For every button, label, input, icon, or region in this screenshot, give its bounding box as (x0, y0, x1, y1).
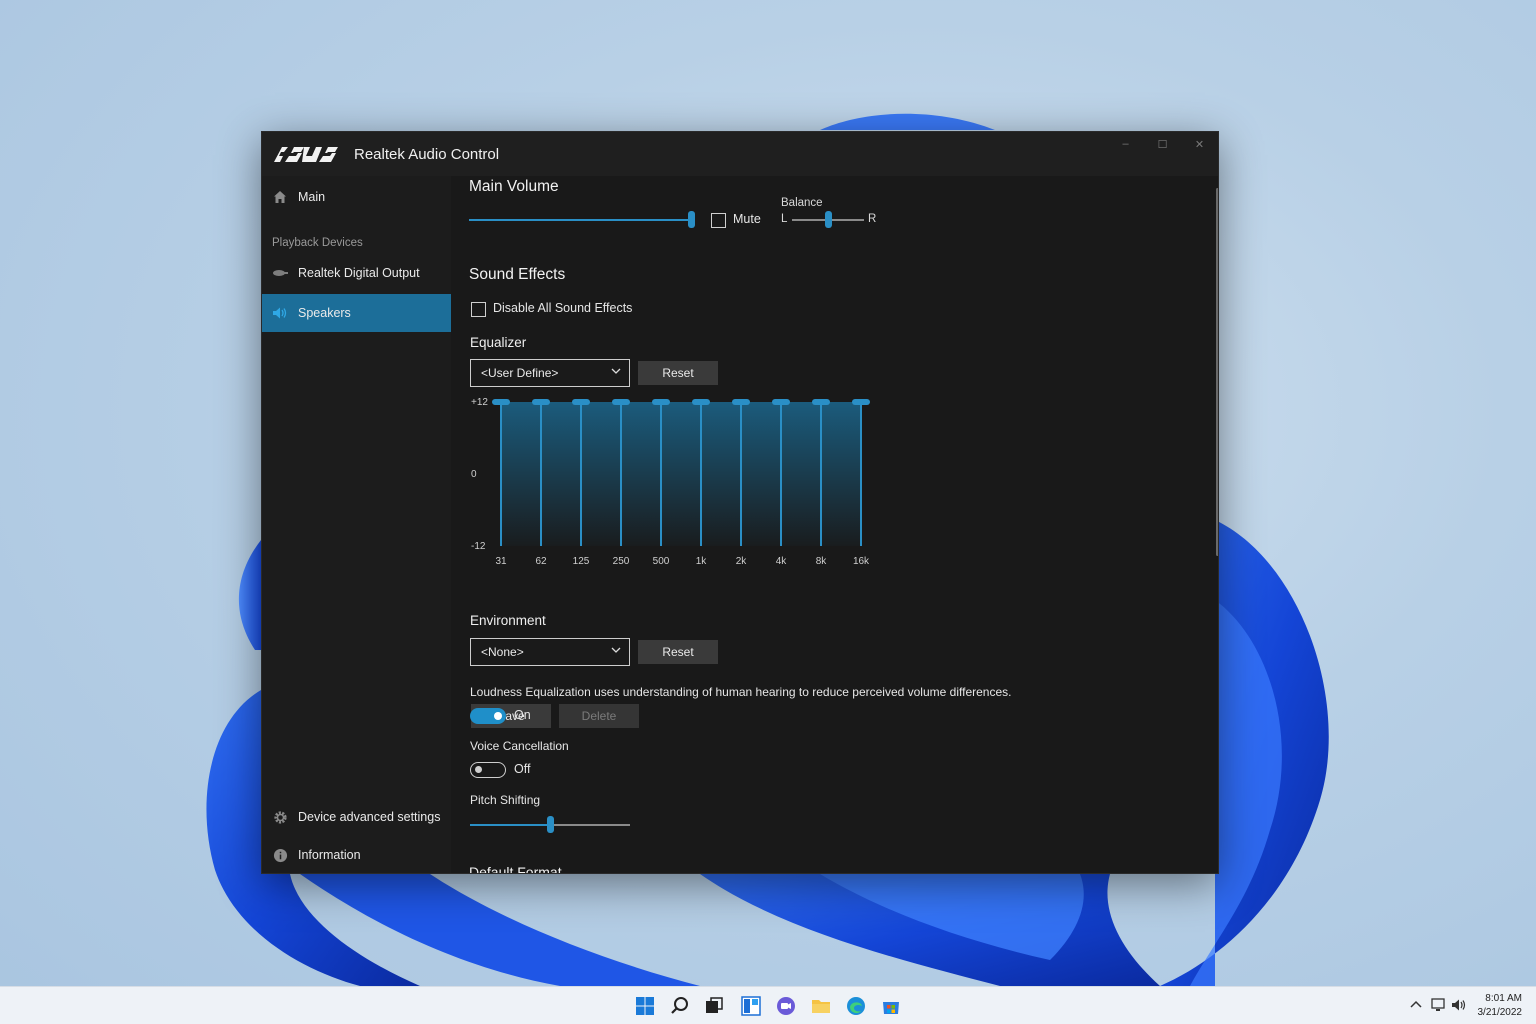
balance-thumb[interactable] (825, 211, 832, 228)
loudness-description: Loudness Equalization uses understanding… (470, 685, 1012, 699)
settings-panel: Main Volume Mute Balance L R Sound Effec… (451, 176, 1218, 874)
equalizer-band-thumb[interactable] (492, 399, 510, 405)
equalizer-band-label: 250 (613, 556, 630, 567)
equalizer-graph[interactable]: +12 0 -12 31 62 125 250 500 1k 2k 4k 8k 16k (451, 392, 891, 572)
title-bar: Realtek Audio Control – ☐ ✕ (262, 132, 1218, 176)
equalizer-band-thumb[interactable] (572, 399, 590, 405)
search-icon[interactable] (669, 995, 691, 1017)
equalizer-band-thumb[interactable] (652, 399, 670, 405)
sidebar-item-speakers[interactable]: Speakers (262, 294, 451, 332)
sidebar-item-realtek-digital-output[interactable]: Realtek Digital Output (262, 254, 451, 292)
equalizer-delete-button[interactable]: Delete (559, 704, 639, 728)
loudness-toggle[interactable] (470, 708, 506, 724)
sidebar-item-label: Device advanced settings (298, 810, 441, 824)
sidebar-item-device-advanced-settings[interactable]: Device advanced settings (262, 798, 451, 836)
window-title: Realtek Audio Control (354, 145, 500, 163)
equalizer-preset-value: <User Define> (481, 366, 559, 380)
equalizer-y-label: -12 (471, 541, 486, 552)
minimize-button[interactable]: – (1107, 132, 1144, 156)
taskbar: 8:01 AM 3/21/2022 (0, 986, 1536, 1024)
voice-cancellation-state-label: Off (514, 762, 531, 776)
realtek-audio-window: Realtek Audio Control – ☐ ✕ Main Playbac… (261, 131, 1219, 874)
sidebar-item-label: Realtek Digital Output (298, 266, 420, 280)
equalizer-y-label: +12 (471, 397, 488, 408)
widgets-icon[interactable] (740, 995, 762, 1017)
sound-effects-heading: Sound Effects (469, 266, 566, 283)
clock-date[interactable]: 3/21/2022 (1472, 1007, 1523, 1018)
pitch-shifting-slider[interactable] (470, 812, 630, 836)
sidebar-item-label: Information (298, 848, 361, 862)
voice-cancellation-toggle[interactable] (470, 762, 506, 778)
info-icon (272, 847, 288, 863)
mute-label: Mute (733, 212, 761, 226)
equalizer-band-label: 62 (535, 556, 547, 567)
equalizer-band-thumb[interactable] (812, 399, 830, 405)
disable-all-sound-effects-checkbox[interactable] (471, 302, 486, 317)
environment-heading: Environment (470, 613, 546, 628)
disable-all-sound-effects-label: Disable All Sound Effects (493, 301, 633, 315)
balance-slider[interactable] (792, 207, 864, 231)
equalizer-band-label: 2k (736, 556, 748, 567)
environment-preset-value: <None> (481, 645, 524, 659)
equalizer-band-thumb[interactable] (532, 399, 550, 405)
equalizer-band-thumb[interactable] (692, 399, 710, 405)
sidebar: Main Playback Devices Realtek Digital Ou… (262, 176, 451, 873)
sidebar-item-label: Speakers (298, 306, 351, 320)
equalizer-band-label: 500 (653, 556, 670, 567)
equalizer-preset-dropdown[interactable]: <User Define> (470, 359, 630, 387)
environment-reset-button[interactable]: Reset (638, 640, 718, 664)
equalizer-band-thumb[interactable] (732, 399, 750, 405)
balance-left-label: L (781, 213, 788, 225)
equalizer-band-label: 4k (776, 556, 788, 567)
sidebar-item-label: Main (298, 190, 326, 204)
speaker-icon (272, 305, 288, 321)
chat-icon[interactable] (775, 995, 797, 1017)
maximize-button[interactable]: ☐ (1144, 132, 1181, 156)
voice-cancellation-heading: Voice Cancellation (470, 739, 569, 753)
digital-output-icon (272, 265, 288, 281)
environment-preset-dropdown[interactable]: <None> (470, 638, 630, 666)
main-volume-heading: Main Volume (469, 178, 559, 195)
windows-start-icon[interactable] (634, 995, 656, 1017)
playback-devices-heading: Playback Devices (272, 237, 363, 249)
equalizer-heading: Equalizer (470, 335, 527, 350)
pitch-shifting-heading: Pitch Shifting (470, 793, 541, 807)
equalizer-band-label: 16k (853, 556, 870, 567)
mute-checkbox[interactable] (711, 213, 726, 228)
edge-icon[interactable] (845, 995, 867, 1017)
gear-icon (272, 809, 288, 825)
chevron-up-icon[interactable] (1408, 997, 1424, 1013)
equalizer-band-label: 8k (816, 556, 828, 567)
chevron-down-icon (611, 647, 621, 653)
scrollbar[interactable] (1216, 188, 1218, 556)
default-format-heading: Default Format (469, 864, 562, 874)
main-volume-slider[interactable] (469, 207, 695, 231)
home-icon (272, 189, 288, 205)
equalizer-band-label: 1k (696, 556, 708, 567)
equalizer-area (501, 402, 861, 546)
asus-logo (274, 147, 338, 162)
balance-right-label: R (868, 213, 877, 225)
chevron-down-icon (611, 368, 621, 374)
file-explorer-icon[interactable] (810, 995, 832, 1017)
equalizer-reset-button[interactable]: Reset (638, 361, 718, 385)
equalizer-band-thumb[interactable] (852, 399, 870, 405)
task-view-icon[interactable] (703, 995, 725, 1017)
clock-time[interactable]: 8:01 AM (1472, 993, 1522, 1004)
main-volume-thumb[interactable] (688, 211, 695, 228)
sidebar-item-information[interactable]: Information (262, 836, 451, 873)
pitch-shifting-thumb[interactable] (547, 816, 554, 833)
store-icon[interactable] (880, 995, 902, 1017)
equalizer-band-thumb[interactable] (772, 399, 790, 405)
loudness-state-label: On (514, 708, 531, 722)
equalizer-band-label: 31 (495, 556, 507, 567)
equalizer-y-label: 0 (471, 469, 477, 480)
equalizer-band-label: 125 (573, 556, 590, 567)
network-icon[interactable] (1430, 997, 1448, 1013)
sidebar-item-main[interactable]: Main (262, 178, 451, 216)
volume-icon[interactable] (1450, 997, 1468, 1013)
equalizer-band-thumb[interactable] (612, 399, 630, 405)
close-button[interactable]: ✕ (1181, 132, 1218, 156)
